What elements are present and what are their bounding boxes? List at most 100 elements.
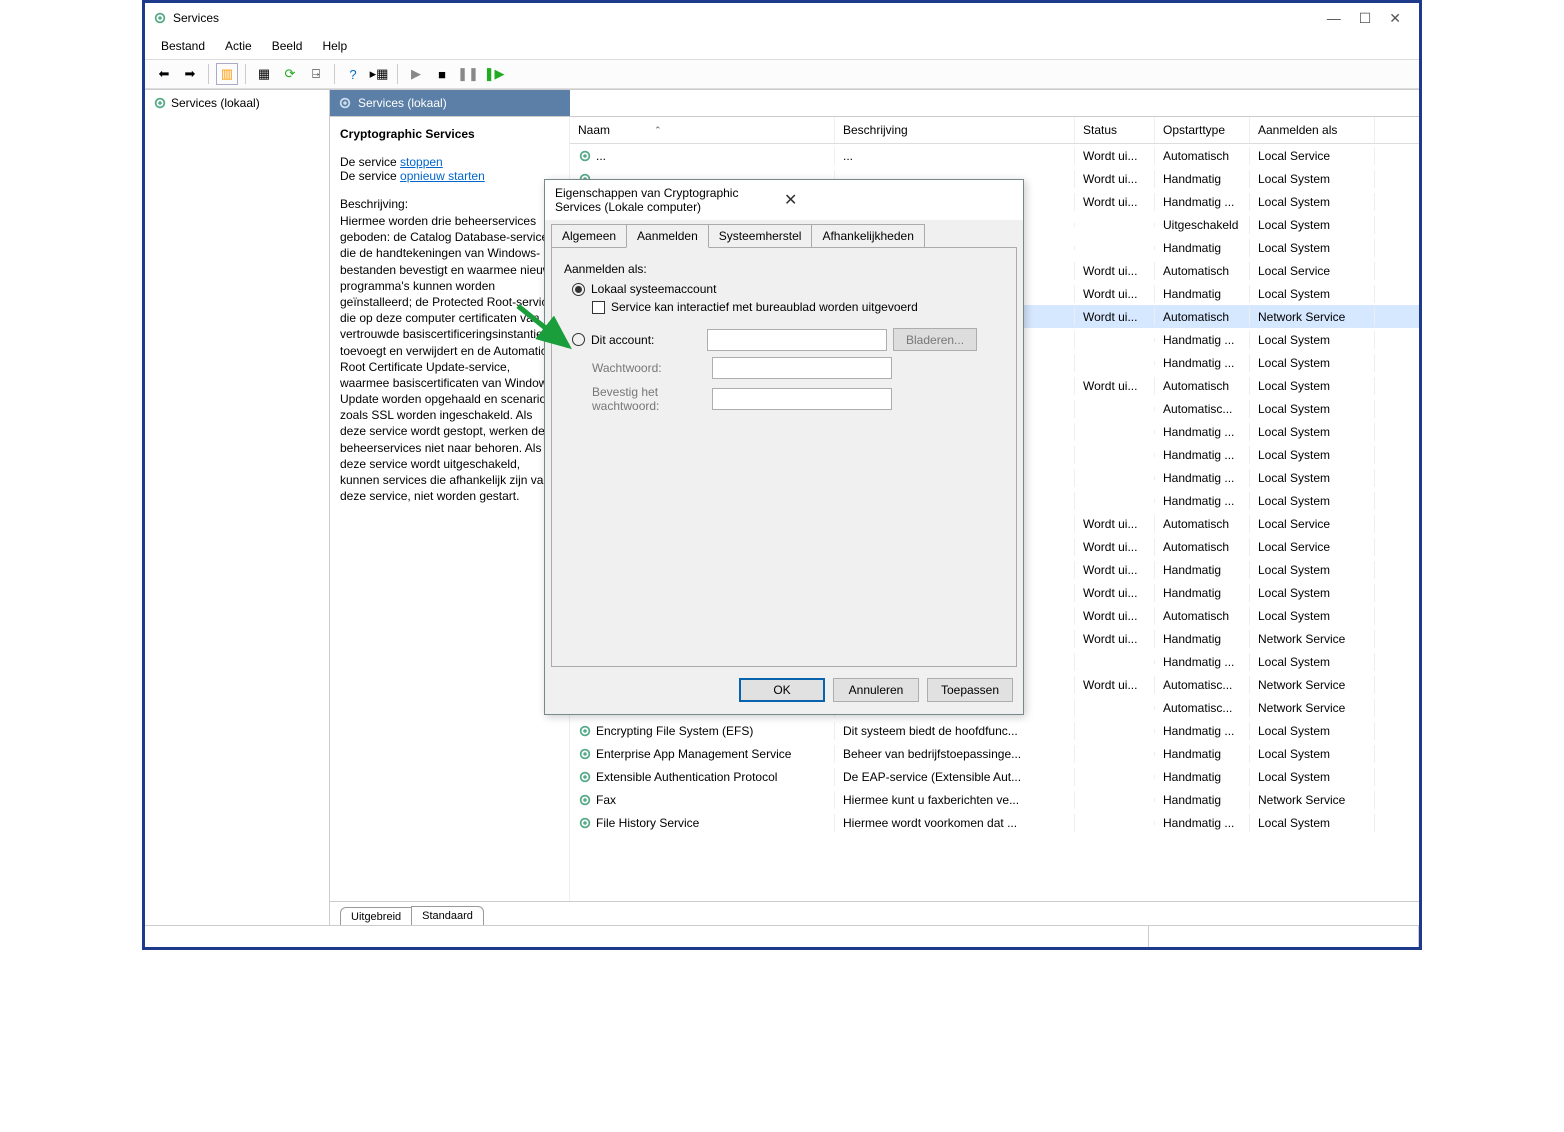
cell-start: Handmatig bbox=[1155, 584, 1250, 602]
cell-start: Automatisch bbox=[1155, 308, 1250, 326]
radio-local-system[interactable]: Lokaal systeemaccount bbox=[572, 282, 1004, 296]
table-row[interactable]: Extensible Authentication ProtocolDe EAP… bbox=[570, 765, 1419, 788]
cell-status: Wordt ui... bbox=[1075, 193, 1155, 211]
minimize-button[interactable]: — bbox=[1327, 10, 1341, 27]
password-row: Wachtwoord: bbox=[592, 357, 1004, 379]
cell-start: Handmatig ... bbox=[1155, 722, 1250, 740]
cell-name: Enterprise App Management Service bbox=[596, 747, 791, 761]
menu-view[interactable]: Beeld bbox=[264, 37, 311, 55]
cell-start: Automatisch bbox=[1155, 607, 1250, 625]
tab-logon[interactable]: Aanmelden bbox=[626, 224, 709, 248]
tab-extended[interactable]: Uitgebreid bbox=[340, 907, 412, 925]
cell-desc: Hiermee kunt u faxberichten ve... bbox=[835, 791, 1075, 809]
properties-button[interactable]: ▦ bbox=[253, 63, 275, 85]
list-header: Naam⌃ Beschrijving Status Opstarttype Aa… bbox=[570, 117, 1419, 144]
cell-start: Handmatig ... bbox=[1155, 469, 1250, 487]
cancel-button[interactable]: Annuleren bbox=[833, 678, 919, 702]
cell-logon: Local System bbox=[1250, 354, 1375, 372]
tab-recovery[interactable]: Systeemherstel bbox=[708, 224, 813, 248]
confirm-input[interactable] bbox=[712, 388, 892, 410]
cell-logon: Local System bbox=[1250, 492, 1375, 510]
help-button[interactable]: ? bbox=[342, 63, 364, 85]
cell-logon: Local System bbox=[1250, 768, 1375, 786]
cell-start: Handmatig ... bbox=[1155, 331, 1250, 349]
table-row[interactable]: FaxHiermee kunt u faxberichten ve...Hand… bbox=[570, 788, 1419, 811]
menu-help[interactable]: Help bbox=[314, 37, 355, 55]
dialog-buttons: OK Annuleren Toepassen bbox=[545, 668, 1023, 714]
dialog-title: Eigenschappen van Cryptographic Services… bbox=[555, 186, 780, 214]
properties-dialog: Eigenschappen van Cryptographic Services… bbox=[544, 179, 1024, 715]
forward-button[interactable]: ➡ bbox=[179, 63, 201, 85]
tree-item-services-local[interactable]: Services (lokaal) bbox=[151, 94, 323, 112]
browse-button[interactable]: Bladeren... bbox=[893, 328, 977, 351]
checkbox-label: Service kan interactief met bureaublad w… bbox=[611, 300, 918, 314]
table-row[interactable]: ......Wordt ui...AutomatischLocal Servic… bbox=[570, 144, 1419, 167]
cell-status bbox=[1075, 752, 1155, 756]
col-header-start[interactable]: Opstarttype bbox=[1155, 117, 1250, 143]
dialog-titlebar[interactable]: Eigenschappen van Cryptographic Services… bbox=[545, 180, 1023, 220]
col-header-name[interactable]: Naam⌃ bbox=[570, 117, 835, 143]
stop-service-link[interactable]: stoppen bbox=[400, 155, 443, 169]
checkbox-interactive[interactable]: Service kan interactief met bureaublad w… bbox=[592, 300, 1004, 314]
apply-button[interactable]: Toepassen bbox=[927, 678, 1013, 702]
cell-logon: Local System bbox=[1250, 607, 1375, 625]
tab-standard[interactable]: Standaard bbox=[411, 906, 484, 925]
cell-status: Wordt ui... bbox=[1075, 538, 1155, 556]
password-input[interactable] bbox=[712, 357, 892, 379]
titlebar[interactable]: Services — ☐ ✕ bbox=[145, 3, 1419, 33]
restart-service-button[interactable]: ❚▶ bbox=[483, 63, 505, 85]
cell-start: Automatisc... bbox=[1155, 676, 1250, 694]
statusbar bbox=[145, 925, 1419, 947]
radio-icon bbox=[572, 283, 585, 296]
cell-name: Fax bbox=[596, 793, 616, 807]
cell-status: Wordt ui... bbox=[1075, 262, 1155, 280]
radio-this-account[interactable]: Dit account: Bladeren... bbox=[572, 328, 1004, 351]
cell-status bbox=[1075, 798, 1155, 802]
cell-logon: Local System bbox=[1250, 216, 1375, 234]
action-button[interactable]: ▸▦ bbox=[368, 63, 390, 85]
cell-status: Wordt ui... bbox=[1075, 285, 1155, 303]
col-header-logon[interactable]: Aanmelden als bbox=[1250, 117, 1375, 143]
cell-logon: Local System bbox=[1250, 170, 1375, 188]
view-tabs: Uitgebreid Standaard bbox=[330, 901, 1419, 925]
cell-status bbox=[1075, 407, 1155, 411]
cell-logon: Local System bbox=[1250, 584, 1375, 602]
gear-icon bbox=[578, 793, 592, 807]
dialog-close-button[interactable]: ✕ bbox=[780, 190, 1013, 210]
refresh-button[interactable]: ⟳ bbox=[279, 63, 301, 85]
ok-button[interactable]: OK bbox=[739, 678, 825, 702]
menu-file[interactable]: Bestand bbox=[153, 37, 213, 55]
cell-name: ... bbox=[596, 149, 606, 163]
col-header-desc[interactable]: Beschrijving bbox=[835, 117, 1075, 143]
cell-start: Automatisc... bbox=[1155, 699, 1250, 717]
stop-service-button[interactable]: ■ bbox=[431, 63, 453, 85]
cell-status: Wordt ui... bbox=[1075, 607, 1155, 625]
cell-logon: Local Service bbox=[1250, 262, 1375, 280]
account-input[interactable] bbox=[707, 329, 887, 351]
cell-start: Handmatig ... bbox=[1155, 193, 1250, 211]
cell-start: Handmatig ... bbox=[1155, 492, 1250, 510]
cell-desc: Dit systeem biedt de hoofdfunc... bbox=[835, 722, 1075, 740]
checkbox-icon bbox=[592, 301, 605, 314]
close-button[interactable]: ✕ bbox=[1389, 10, 1401, 27]
separator bbox=[397, 64, 398, 84]
restart-service-link[interactable]: opnieuw starten bbox=[400, 169, 485, 183]
cell-logon: Network Service bbox=[1250, 676, 1375, 694]
tab-dependencies[interactable]: Afhankelijkheden bbox=[811, 224, 924, 248]
start-service-button[interactable]: ▶ bbox=[405, 63, 427, 85]
maximize-button[interactable]: ☐ bbox=[1359, 10, 1372, 27]
tab-general[interactable]: Algemeen bbox=[551, 224, 627, 248]
cell-desc: Beheer van bedrijfstoepassinge... bbox=[835, 745, 1075, 763]
show-hide-tree-button[interactable]: ▥ bbox=[216, 63, 238, 85]
col-header-status[interactable]: Status bbox=[1075, 117, 1155, 143]
menu-action[interactable]: Actie bbox=[217, 37, 260, 55]
table-row[interactable]: File History ServiceHiermee wordt voorko… bbox=[570, 811, 1419, 834]
cell-start: Automatisch bbox=[1155, 515, 1250, 533]
back-button[interactable]: ⬅ bbox=[153, 63, 175, 85]
pause-service-button[interactable]: ❚❚ bbox=[457, 63, 479, 85]
export-button[interactable]: ⍈ bbox=[305, 63, 327, 85]
cell-start: Handmatig ... bbox=[1155, 423, 1250, 441]
cell-status bbox=[1075, 338, 1155, 342]
table-row[interactable]: Encrypting File System (EFS)Dit systeem … bbox=[570, 719, 1419, 742]
table-row[interactable]: Enterprise App Management Service Beheer … bbox=[570, 742, 1419, 765]
